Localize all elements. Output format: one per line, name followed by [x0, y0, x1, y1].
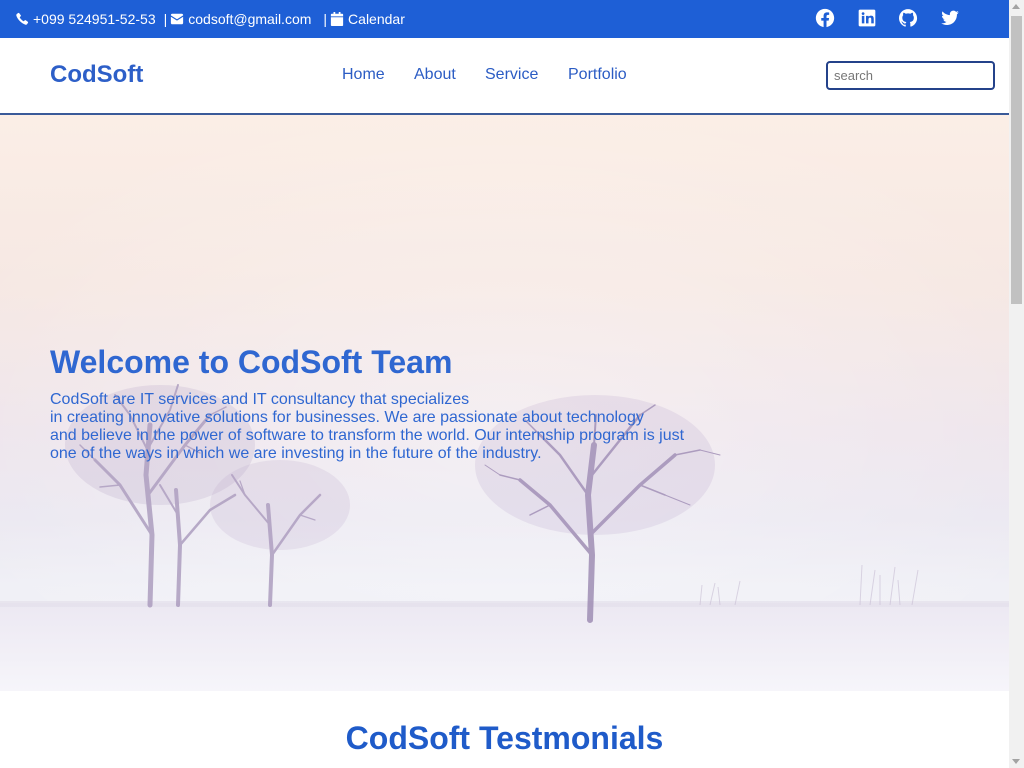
- page-scrollbar[interactable]: [1009, 0, 1024, 768]
- site-logo[interactable]: CodSoft: [50, 61, 143, 89]
- separator: |: [163, 11, 168, 27]
- testimonials-title: CodSoft Testmonials: [345, 720, 664, 756]
- facebook-link[interactable]: [815, 8, 835, 30]
- calendar-link[interactable]: Calendar: [330, 11, 405, 27]
- scroll-down-arrow-icon[interactable]: [1012, 759, 1020, 764]
- hero-description-line: CodSoft are IT services and IT consultan…: [50, 391, 470, 408]
- phone-icon: [16, 12, 29, 25]
- twitter-link[interactable]: [940, 8, 960, 30]
- email-contact[interactable]: codsoft@gmail.com: [170, 11, 311, 27]
- envelope-icon: [171, 13, 184, 25]
- hero-description-line: in creating innovative solutions for bus…: [50, 409, 644, 426]
- scrollbar-thumb[interactable]: [1011, 16, 1022, 304]
- github-link[interactable]: [898, 8, 918, 30]
- search-input[interactable]: [826, 61, 995, 90]
- calendar-icon: [330, 12, 344, 26]
- nav-portfolio[interactable]: Portfolio: [568, 66, 627, 84]
- github-icon: [899, 9, 918, 27]
- top-contact-bar: +099 524951-52-53 | codsoft@gmail.com | …: [0, 0, 1009, 38]
- contact-info: +099 524951-52-53 | codsoft@gmail.com | …: [15, 0, 405, 38]
- scroll-up-arrow-icon[interactable]: [1012, 4, 1020, 9]
- site-header: CodSoft Home About Service Portfolio: [0, 38, 1009, 115]
- twitter-icon: [941, 10, 959, 25]
- calendar-label: Calendar: [348, 11, 405, 27]
- nav-about[interactable]: About: [414, 66, 456, 84]
- hero-title: Welcome to CodSoft Team: [50, 344, 453, 380]
- hero-description-line: one of the ways in which we are investin…: [50, 445, 542, 462]
- hero-description-line: and believe in the power of software to …: [50, 427, 685, 444]
- linkedin-link[interactable]: [857, 8, 877, 30]
- hero-description: CodSoft are IT services and IT consultan…: [50, 391, 710, 463]
- linkedin-icon: [858, 9, 876, 27]
- hero-banner: Welcome to CodSoft Team CodSoft are IT s…: [0, 115, 1009, 691]
- facebook-icon: [815, 8, 835, 28]
- email-address: codsoft@gmail.com: [188, 11, 312, 27]
- phone-number: +099 524951-52-53: [33, 11, 156, 27]
- separator: |: [323, 11, 328, 27]
- nav-service[interactable]: Service: [485, 66, 538, 84]
- phone-contact[interactable]: +099 524951-52-53: [15, 11, 156, 27]
- page: +099 524951-52-53 | codsoft@gmail.com | …: [0, 0, 1009, 768]
- nav-home[interactable]: Home: [342, 66, 385, 84]
